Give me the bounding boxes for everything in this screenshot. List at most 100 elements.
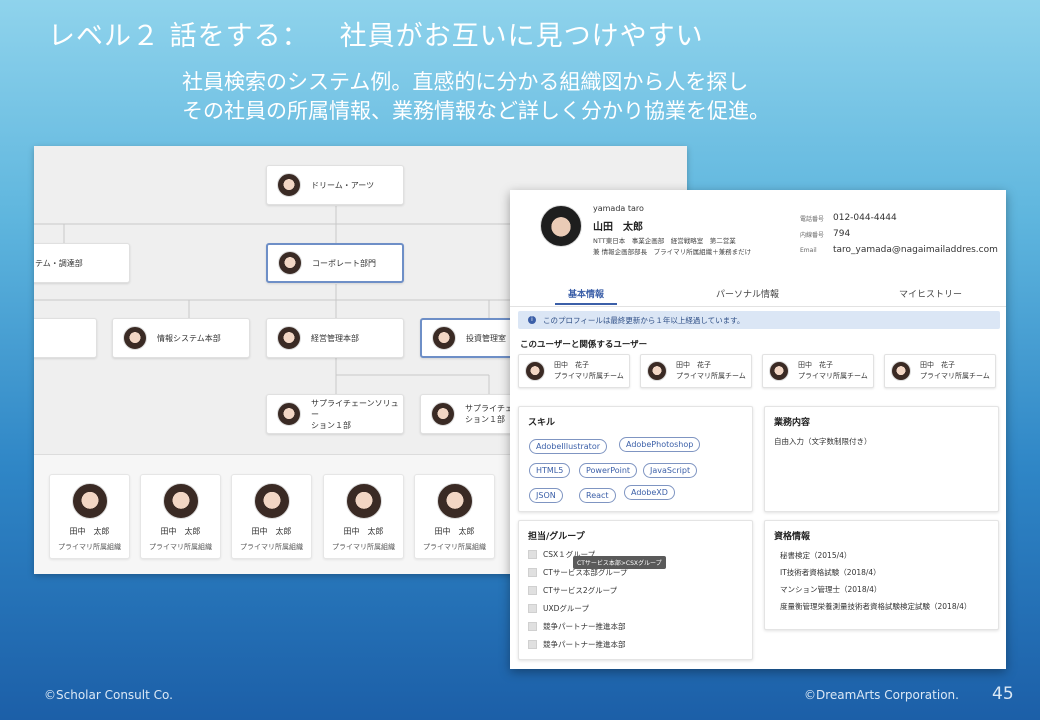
org-node-supply-chain-1[interactable]: サプライチェーンソリュー ション１部 (266, 394, 404, 434)
qualification-item: IT技術者資格試験（2018/4） (780, 568, 881, 577)
org-node-label: 情報システム本部 (157, 333, 221, 343)
qualifications-section: 資格情報 秘書検定（2015/4） IT技術者資格試験（2018/4） マンショ… (764, 520, 999, 630)
skill-tag[interactable]: React (579, 488, 616, 503)
avatar (436, 483, 473, 519)
person-name: 田中 太郎 (343, 527, 384, 536)
groups-section: 担当/グループ CSX１グループ CTサービス本部グループ CTサービス2グルー… (518, 520, 753, 660)
skill-tag[interactable]: JSON (529, 488, 563, 503)
email-link[interactable]: taro_yamada@nagaimailaddres.com (833, 245, 998, 255)
skill-tag[interactable]: AdobeXD (624, 485, 675, 500)
work-description: 自由入力（文字数制限付き） (774, 437, 872, 446)
skill-tag[interactable]: AdobeIllustrator (529, 439, 607, 454)
tab-personal-info[interactable]: パーソナル情報 (716, 287, 779, 300)
related-user-name: 田中 花子 (920, 361, 955, 369)
person-name: 田中 太郎 (251, 527, 292, 536)
group-label: UXDグループ (543, 604, 589, 613)
org-node-corporate[interactable]: コーポレート部門 (266, 243, 404, 283)
person-org: プライマリ所属組織 (149, 543, 212, 551)
org-node-systems-procurement[interactable]: ステム・調達部 (34, 243, 130, 283)
active-tab-indicator (555, 303, 617, 305)
qualification-item: マンション管理士（2018/4） (780, 585, 882, 594)
profile-department-line: 兼 情報企画部部長 プライマリ所属組織＋兼務まだけ (593, 248, 752, 256)
related-user-card[interactable]: 田中 花子 プライマリ所属チーム (640, 354, 752, 388)
group-item[interactable]: CTサービス2グループ (528, 585, 617, 596)
org-node-partial[interactable] (34, 318, 97, 358)
checkbox-icon (528, 568, 537, 577)
person-name: 田中 太郎 (69, 527, 110, 536)
person-card[interactable]: 田中 太郎 プライマリ所属組織 (231, 474, 312, 559)
info-icon: i (528, 316, 536, 324)
skill-tag[interactable]: AdobePhotoshop (619, 437, 701, 452)
qualification-item: 秘書検定（2015/4） (780, 551, 852, 560)
extension-number: 794 (833, 229, 851, 239)
org-node-label: サプライチェーンソリュー ション１部 (311, 398, 403, 431)
group-item[interactable]: 競争パートナー推進本部 (528, 621, 626, 632)
skill-tag[interactable]: JavaScript (643, 463, 698, 478)
group-item[interactable]: UXDグループ (528, 603, 589, 614)
stale-profile-notice: i このプロフィールは最終更新から１年以上経過しています。 (518, 311, 1000, 329)
phone-number[interactable]: 012-044-4444 (833, 213, 897, 223)
person-card[interactable]: 田中 太郎 プライマリ所属組織 (140, 474, 221, 559)
footer-copyright-left: ©Scholar Consult Co. (44, 688, 173, 702)
work-title: 業務内容 (774, 418, 811, 428)
avatar (277, 173, 301, 197)
related-user-team: プライマリ所属チーム (554, 372, 624, 380)
org-node-label-line: ション１部 (311, 420, 351, 430)
org-node-dream-arts[interactable]: ドリーム・アーツ (266, 165, 404, 205)
org-node-label: 経営管理本部 (311, 333, 359, 343)
footer-copyright-right: ©DreamArts Corporation. (804, 688, 959, 702)
person-name: 田中 太郎 (160, 527, 201, 536)
skills-title: スキル (528, 418, 556, 428)
qualifications-title: 資格情報 (774, 532, 811, 542)
person-card[interactable]: 田中 太郎 プライマリ所属組織 (323, 474, 404, 559)
checkbox-icon (528, 586, 537, 595)
page-number: 45 (992, 684, 1014, 704)
profile-contact: 電話番号 012-044-4444 内線番号 794 Email taro_yamad… (800, 210, 998, 258)
avatar (277, 326, 301, 350)
group-label: CTサービス2グループ (543, 586, 618, 595)
org-node-info-systems[interactable]: 情報システム本部 (112, 318, 250, 358)
related-user-team: プライマリ所属チーム (676, 372, 746, 380)
person-org: プライマリ所属組織 (423, 543, 486, 551)
avatar (432, 326, 456, 350)
org-node-management-planning[interactable]: 経営管理本部 (266, 318, 404, 358)
person-card[interactable]: 田中 太郎 プライマリ所属組織 (49, 474, 130, 559)
related-user-card[interactable]: 田中 花子プライマリ所属チーム (518, 354, 630, 388)
skill-tag[interactable]: PowerPoint (579, 463, 638, 478)
person-org: プライマリ所属組織 (58, 543, 121, 551)
related-user-team: プライマリ所属チーム (920, 372, 990, 380)
avatar (769, 361, 789, 381)
org-node-label: コーポレート部門 (312, 258, 376, 268)
checkbox-icon (528, 622, 537, 631)
slide-subtitle: 社員検索のシステム例。直感的に分かる組織図から人を探し その社員の所属情報、業務… (182, 68, 770, 126)
skill-tag[interactable]: HTML5 (529, 463, 571, 478)
org-node-label: ステム・調達部 (34, 258, 83, 268)
profile-name: 山田 太郎 (593, 222, 643, 233)
groups-title: 担当/グループ (528, 532, 585, 542)
extension-label: 内線番号 (800, 231, 825, 239)
org-node-label: 投資管理室 (466, 333, 506, 343)
group-label: 競争パートナー推進本部 (543, 622, 626, 631)
org-node-label-line: サプライチェーンソリュー (311, 398, 399, 419)
related-user-card[interactable]: 田中 花子プライマリ所属チーム (884, 354, 996, 388)
related-user-card[interactable]: 田中 花子 プライマリ所属チーム (762, 354, 874, 388)
avatar (277, 402, 301, 426)
group-tooltip: CTサービス本部>CSXグループ (573, 556, 666, 569)
profile-name-roman: yamada taro (593, 204, 644, 213)
profile-avatar (540, 205, 582, 247)
tab-my-history[interactable]: マイヒストリー (899, 287, 962, 300)
avatar (891, 361, 911, 381)
person-card[interactable]: 田中 太郎 プライマリ所属組織 (414, 474, 495, 559)
email-label: Email (800, 246, 817, 254)
related-user-name: 田中 花子 (554, 361, 589, 369)
checkbox-icon (528, 550, 537, 559)
related-user-team: プライマリ所属チーム (798, 372, 868, 380)
qualification-item: 度量衡管理栄養測量技術者資格試験検定試験（2018/4） (780, 602, 972, 611)
checkbox-icon (528, 640, 537, 649)
avatar (123, 326, 147, 350)
avatar (253, 483, 290, 519)
group-item[interactable]: 競争パートナー推進本部 (528, 639, 626, 650)
slide-title-level: レベル２ 話をする： (48, 21, 310, 52)
tab-basic-info[interactable]: 基本情報 (568, 287, 604, 300)
org-node-label: サプライチェ ション１部 (465, 403, 513, 425)
